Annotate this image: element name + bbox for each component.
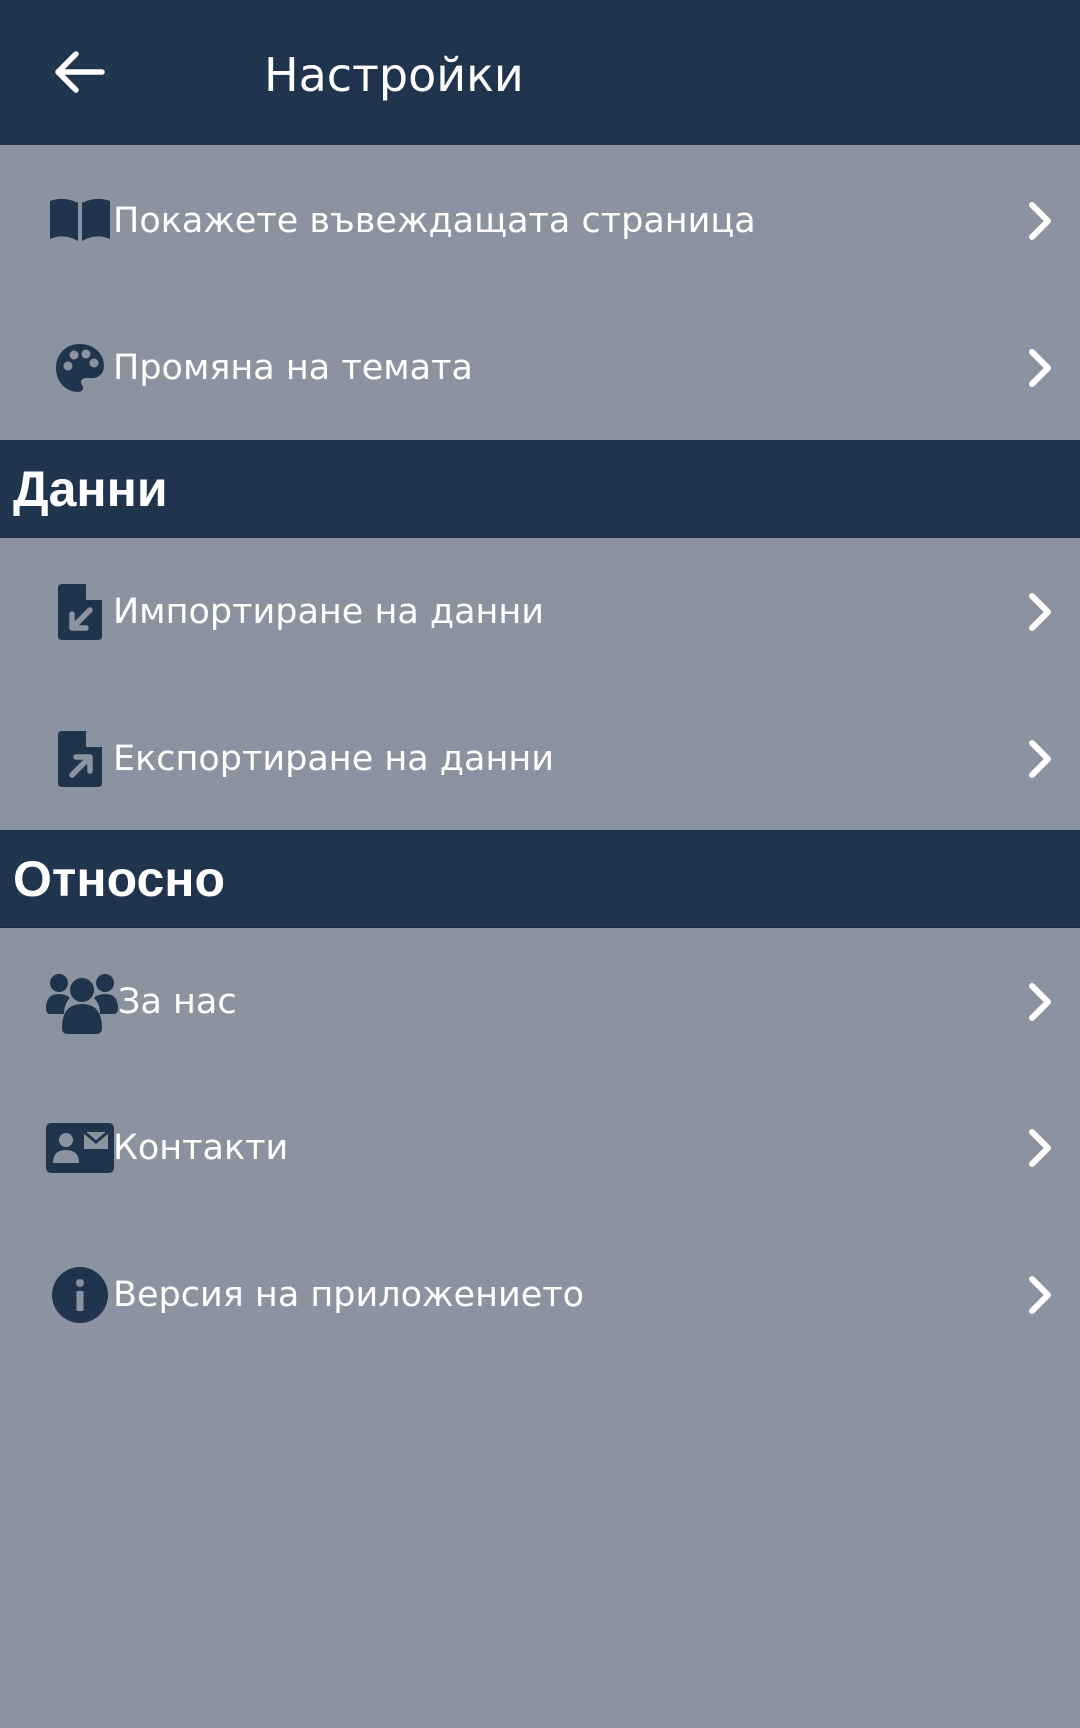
settings-item-export-data[interactable]: Експортиране на данни (0, 685, 1080, 832)
section-title: Относно (13, 850, 226, 907)
settings-item-import-data[interactable]: Импортиране на данни (0, 538, 1080, 685)
section-title: Данни (13, 460, 168, 517)
settings-item-about-us[interactable]: За нас (0, 928, 1080, 1075)
section-header-data: Данни (0, 440, 1080, 538)
arrow-left-icon (55, 51, 105, 93)
settings-item-change-theme[interactable]: Промяна на темата (0, 294, 1080, 441)
chevron-right-icon (1020, 1221, 1060, 1368)
chevron-right-icon (1020, 685, 1060, 832)
file-import-icon (56, 538, 104, 685)
settings-item-label: Версия на приложението (113, 1274, 585, 1315)
chevron-right-icon (1020, 294, 1060, 441)
back-button[interactable] (40, 37, 116, 107)
settings-item-label: За нас (118, 981, 237, 1022)
chevron-right-icon (1020, 1074, 1060, 1221)
chevron-right-icon (1020, 538, 1060, 685)
app-bar: Настройки (0, 0, 1080, 145)
page-title: Настройки (264, 48, 524, 102)
settings-item-label: Импортиране на данни (113, 591, 545, 632)
settings-item-label: Покажете въвеждащата страница (113, 200, 756, 241)
info-circle-icon (51, 1221, 109, 1368)
book-open-icon (47, 147, 113, 294)
settings-item-label: Експортиране на данни (113, 738, 554, 779)
chevron-right-icon (1020, 147, 1060, 294)
file-export-icon (56, 685, 104, 832)
users-icon (46, 928, 118, 1075)
contact-card-icon (46, 1074, 114, 1221)
settings-item-label: Промяна на темата (113, 347, 473, 388)
section-header-about: Относно (0, 830, 1080, 928)
palette-icon (52, 294, 108, 441)
settings-item-contacts[interactable]: Контакти (0, 1074, 1080, 1221)
settings-item-app-version[interactable]: Версия на приложението (0, 1221, 1080, 1368)
settings-item-intro-page[interactable]: Покажете въвеждащата страница (0, 147, 1080, 294)
chevron-right-icon (1020, 928, 1060, 1075)
settings-item-label: Контакти (113, 1127, 289, 1168)
